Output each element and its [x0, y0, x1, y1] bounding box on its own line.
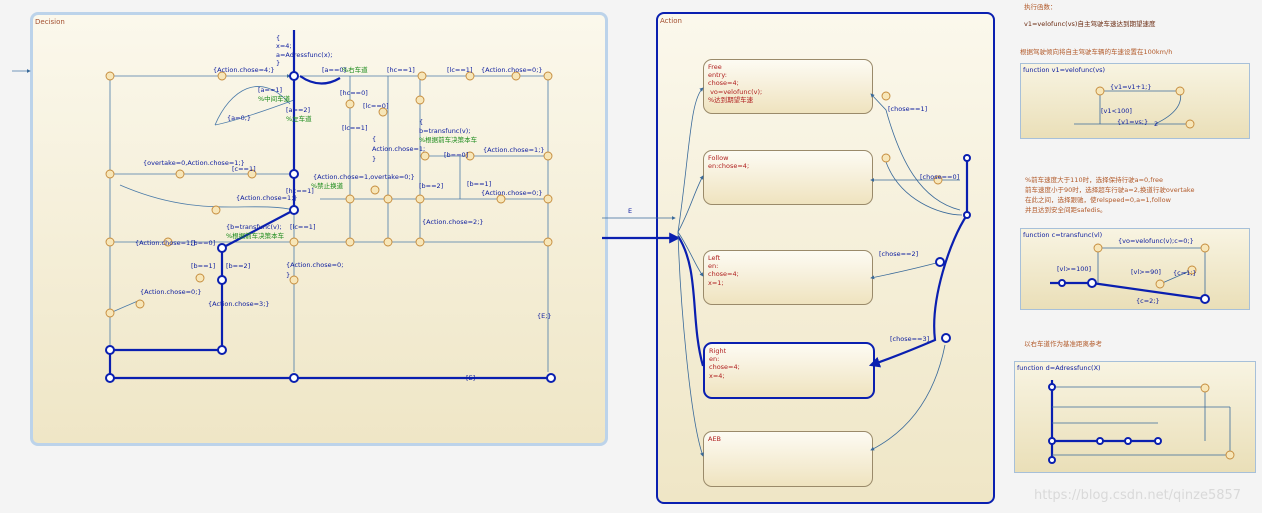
transition-e-label: E [628, 207, 632, 215]
label-22: {Action.chose=1,overtake=0;} [313, 173, 415, 181]
label-24: b=transfunc(v); [419, 127, 471, 135]
label-14: [lc==1] [447, 66, 472, 74]
label-42: {Action.chose=3;} [208, 300, 270, 308]
velofunc-label-2: {v1=vs;} [1117, 118, 1148, 126]
label-40: {Action.chose=0; [286, 261, 343, 269]
function-labels: {v1=v1+1;} [v1<100] {v1=vs;} 2 {vo=velof… [1057, 83, 1197, 305]
cond-chose-2: [chose==2] [879, 250, 918, 258]
label-35: {Action.chose=1;} [135, 239, 197, 247]
label-4: %中间车道 [258, 94, 291, 103]
label-20: Action.chose=1; [372, 145, 425, 153]
label-28: [b==2] [419, 182, 443, 190]
label-13: [hc==1] [387, 66, 415, 74]
label-5: [a==2] [286, 106, 310, 114]
diagram-overlay: { x=4; a=Adressfunc(x); } {Action.chose=… [12, 30, 1235, 464]
label-25: %根据前车决策本车 [419, 135, 478, 144]
velofunc-label-3: 2 [1154, 120, 1158, 128]
label-0: {Action.chose=4;} [213, 66, 275, 74]
label-7: {a=0;} [227, 114, 251, 122]
label-18: [lc==1] [342, 124, 367, 132]
transfunc-label-4: {c=2;} [1136, 297, 1160, 305]
label-34: [lc==1] [290, 223, 315, 231]
cond-chose-1: [chose==1] [888, 105, 927, 113]
label-16: [hc==0] [340, 89, 368, 97]
label-36: [b==0] [191, 239, 215, 247]
label-33: %根据前车决策本车 [226, 231, 285, 240]
transfunc-label-1: [vl>=100] [1057, 265, 1091, 273]
label-32: {b=transfunc(v); [226, 223, 282, 231]
velofunc-label-0: {v1=v1+1;} [1110, 83, 1151, 91]
cond-chose-0: [chose==0] [920, 173, 959, 181]
label-31: {Action.chose=2;} [422, 218, 484, 226]
label-11: [hc==1] [286, 187, 314, 195]
label-38: [b==2] [226, 262, 250, 270]
entry-line-3: a=Adressfunc(x); [276, 51, 332, 59]
label-9: [c==1] [232, 165, 256, 173]
decision-labels: { x=4; a=Adressfunc(x); } {Action.chose=… [135, 34, 552, 382]
label-19: { [372, 135, 376, 143]
label-10: {Action.chose=1;} [236, 194, 298, 202]
transfunc-label-3: {c=1;} [1173, 269, 1197, 277]
active-junctions [105, 71, 1210, 464]
label-43: {E;} [537, 312, 552, 320]
entry-line-1: { [276, 34, 280, 42]
label-6: %左车道 [286, 114, 312, 123]
label-39: {Action.chose=0;} [140, 288, 202, 296]
label-30: {Action.chose=0;} [481, 189, 543, 197]
label-44: [E] [466, 374, 475, 382]
label-29: [b==1] [467, 180, 491, 188]
label-3: [a==1] [258, 86, 282, 94]
velofunc-label-1: [v1<100] [1101, 107, 1132, 115]
label-2: %右车道 [342, 65, 368, 74]
label-8: {overtake=0,Action.chose=1;} [143, 159, 245, 167]
action-labels: E [chose==1] [chose==0] [chose==2] [chos… [628, 105, 959, 343]
label-41: } [286, 271, 290, 279]
cond-chose-3: [chose==3] [890, 335, 929, 343]
label-23: { [419, 118, 423, 126]
label-21: } [372, 155, 376, 163]
label-12: %禁止换道 [311, 181, 344, 190]
label-37: [b==1] [191, 262, 215, 270]
entry-line-2: x=4; [276, 42, 292, 50]
label-26: [b==0] [444, 151, 468, 159]
label-17: [lc==0] [363, 102, 388, 110]
transfunc-label-2: [vl>=90] [1131, 268, 1161, 276]
label-15: {Action.chose=0;} [481, 66, 543, 74]
transfunc-label-0: {vo=velofunc(v);c=0;} [1118, 237, 1194, 245]
entry-line-4: } [276, 59, 280, 67]
label-27: {Action.chose=1;} [483, 146, 545, 154]
